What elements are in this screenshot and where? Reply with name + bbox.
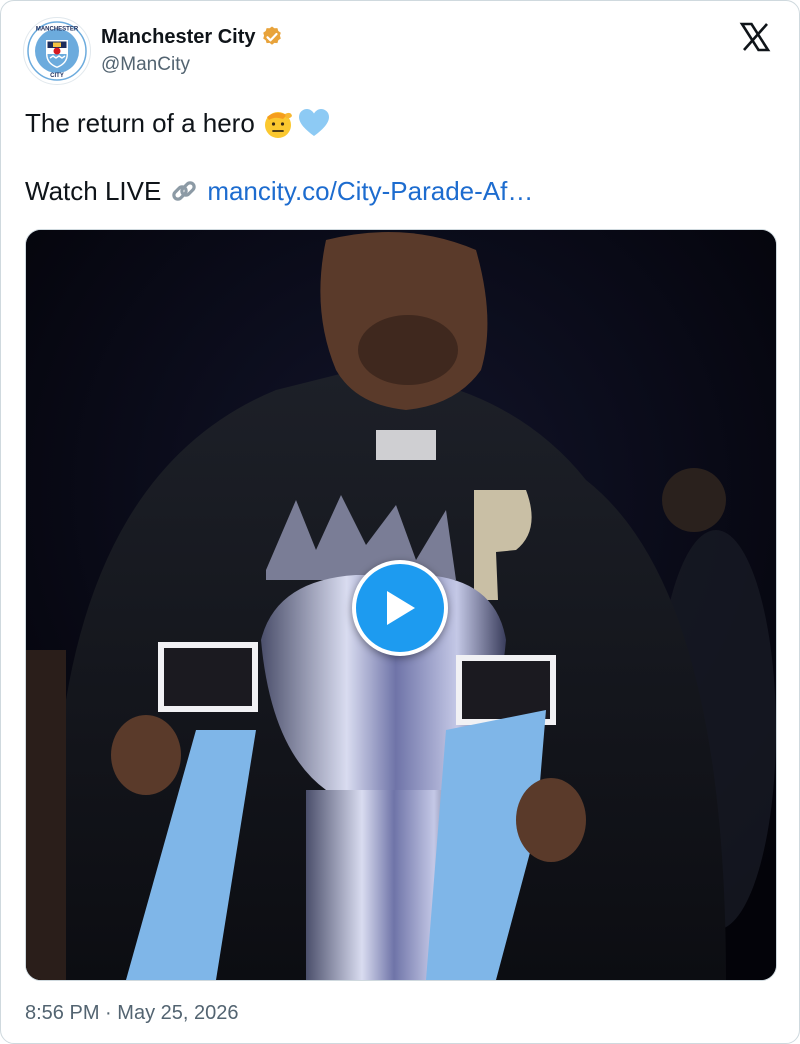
- tweet-header: MANCHESTER CITY Manchester City @ManCity: [23, 17, 777, 85]
- tweet-line-2: Watch LIVE mancity.co/City-Parade-Af…: [25, 171, 775, 211]
- tweet-time[interactable]: 8:56 PM: [25, 1002, 99, 1024]
- tweet-text: The return of a hero Watch LIVE mancity.…: [25, 103, 775, 211]
- light-blue-heart-icon: [298, 109, 329, 136]
- video-player[interactable]: [25, 229, 777, 981]
- tweet-card[interactable]: MANCHESTER CITY Manchester City @ManCity…: [0, 0, 800, 1044]
- display-name[interactable]: Manchester City: [101, 25, 256, 49]
- play-icon: [387, 591, 415, 625]
- tweet-text-line1: The return of a hero: [25, 108, 255, 138]
- author-block: Manchester City @ManCity: [101, 25, 284, 77]
- name-row: Manchester City: [101, 25, 284, 49]
- tweet-text-line2: Watch LIVE: [25, 176, 162, 206]
- verified-badge-icon: [262, 26, 281, 45]
- handle[interactable]: @ManCity: [101, 53, 284, 77]
- tweet-date[interactable]: May 25, 2026: [117, 1002, 238, 1024]
- tweet-timestamp: 8:56 PM · May 25, 2026: [25, 1000, 238, 1026]
- play-button[interactable]: [352, 560, 448, 656]
- manchester-city-crest-icon: MANCHESTER CITY: [26, 20, 88, 82]
- link-icon: [172, 181, 197, 201]
- avatar[interactable]: MANCHESTER CITY: [23, 17, 91, 85]
- saluting-face-icon: [264, 112, 292, 138]
- svg-text:CITY: CITY: [50, 73, 64, 79]
- svg-text:MANCHESTER: MANCHESTER: [36, 27, 79, 33]
- timestamp-separator: ·: [105, 1002, 112, 1024]
- x-logo-icon[interactable]: [739, 21, 771, 53]
- tweet-link[interactable]: mancity.co/City-Parade-Af…: [207, 173, 533, 209]
- tweet-line-1: The return of a hero: [25, 103, 775, 143]
